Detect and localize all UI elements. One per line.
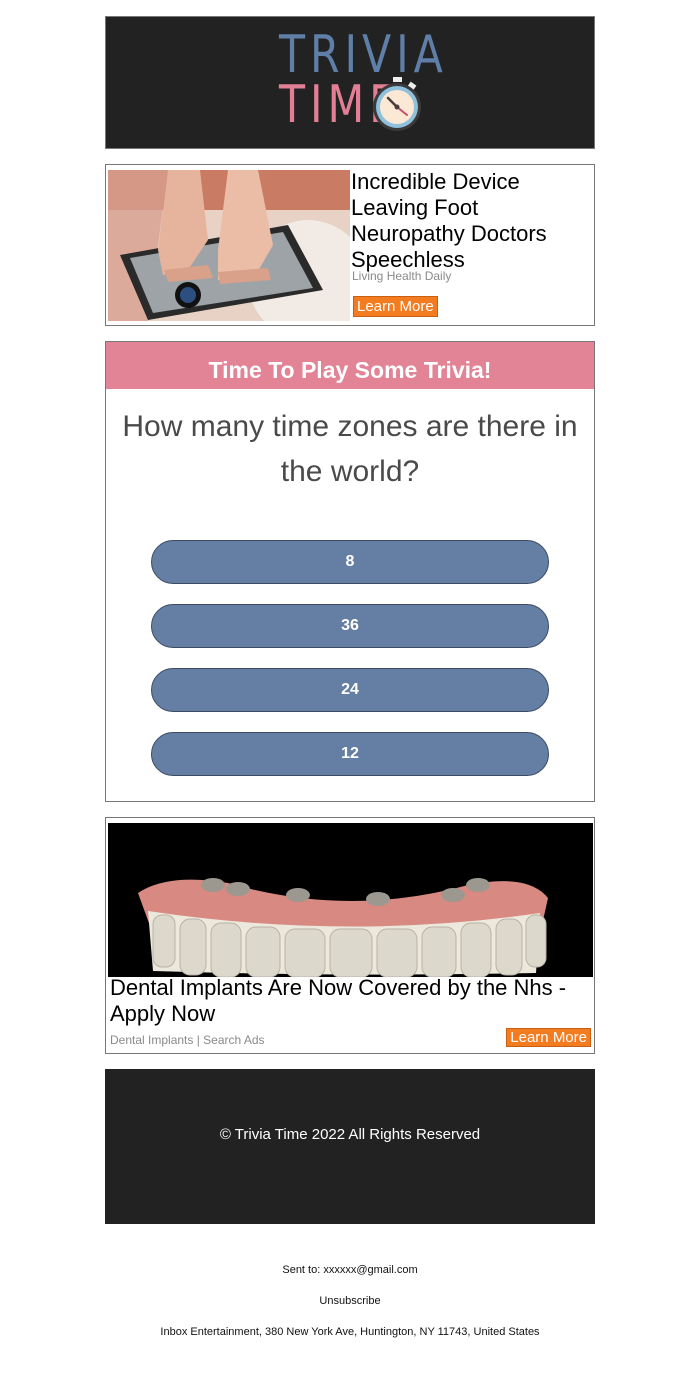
foot-massager-image[interactable] <box>108 170 350 321</box>
sent-to-text: Sent to: xxxxxx@gmail.com <box>282 1264 418 1276</box>
trivia-time-logo[interactable]: TRIVIA TIME <box>279 29 443 141</box>
ad-headline[interactable]: Incredible Device Leaving Foot Neuropath… <box>351 169 591 273</box>
trivia-card: Time To Play Some Trivia! How many time … <box>105 341 595 802</box>
sender-address: Inbox Entertainment, 380 New York Ave, H… <box>160 1326 540 1338</box>
ad-source: Living Health Daily <box>352 269 452 283</box>
sponsored-ad-dental[interactable]: Dental Implants Are Now Covered by the N… <box>105 817 595 1054</box>
stopwatch-icon <box>373 77 421 131</box>
dental-implants-image[interactable] <box>108 823 593 977</box>
answer-button[interactable]: 8 <box>151 540 549 584</box>
answer-button[interactable]: 24 <box>151 668 549 712</box>
unsubscribe-link[interactable]: Unsubscribe <box>0 1295 700 1307</box>
answer-button[interactable]: 12 <box>151 732 549 776</box>
logo-line-1: TRIVIA <box>279 25 448 85</box>
trivia-heading: Time To Play Some Trivia! <box>106 342 594 389</box>
learn-more-button[interactable]: Learn More <box>506 1028 591 1047</box>
copyright-text: © Trivia Time 2022 All Rights Reserved <box>219 1126 481 1143</box>
learn-more-button[interactable]: Learn More <box>353 296 438 317</box>
answer-button[interactable]: 36 <box>151 604 549 648</box>
ad-source: Dental Implants | Search Ads <box>110 1033 265 1047</box>
header-banner: TRIVIA TIME <box>105 16 595 149</box>
ad-headline[interactable]: Dental Implants Are Now Covered by the N… <box>110 975 590 1027</box>
sponsored-ad-foot-device[interactable]: Incredible Device Leaving Foot Neuropath… <box>105 164 595 326</box>
trivia-question: How many time zones are there in the wor… <box>122 410 578 488</box>
footer: © Trivia Time 2022 All Rights Reserved <box>105 1069 595 1224</box>
